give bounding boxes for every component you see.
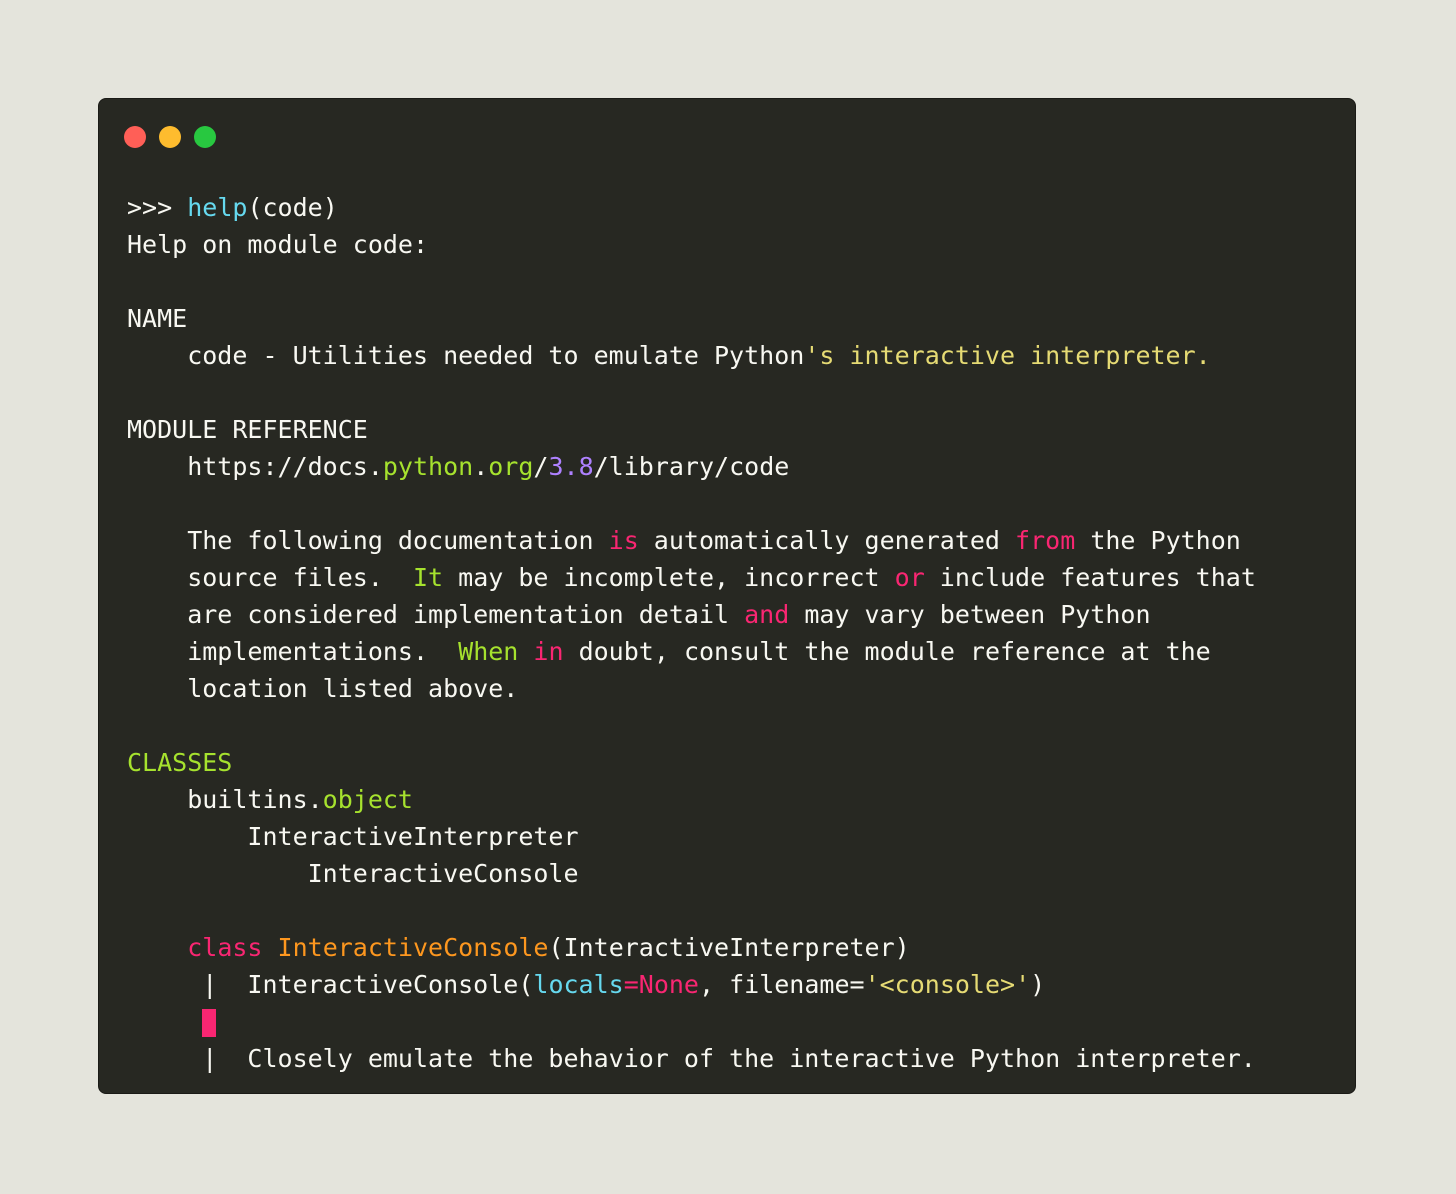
code-token: MODULE REFERENCE xyxy=(127,415,368,444)
code-token: It xyxy=(412,563,444,592)
code-line: https://docs.python.org/3.8/library/code xyxy=(127,448,1256,485)
code-token: The following documentation xyxy=(127,526,609,555)
code-token: >>> xyxy=(127,193,188,222)
code-line: builtins.object xyxy=(127,781,1256,818)
code-token: implementations. xyxy=(127,637,459,666)
code-line: class InteractiveConsole(InteractiveInte… xyxy=(127,929,1256,966)
code-line: MODULE REFERENCE xyxy=(127,411,1256,448)
code-token: , filename= xyxy=(698,970,865,999)
code-token: NAME xyxy=(127,304,188,333)
code-token: may vary between Python xyxy=(789,600,1151,629)
code-token: location listed above. xyxy=(127,674,519,703)
code-line: The following documentation is automatic… xyxy=(127,522,1256,559)
code-line: | Closely emulate the behavior of the in… xyxy=(127,1040,1256,1077)
code-line: CLASSES xyxy=(127,744,1256,781)
code-token: . xyxy=(473,452,489,481)
terminal-window: >>> help(code) Help on module code: NAME … xyxy=(98,98,1356,1094)
code-token: 's interactive interpreter. xyxy=(804,341,1211,370)
code-line: are considered implementation detail and… xyxy=(127,596,1256,633)
code-token: help xyxy=(187,193,248,222)
code-token: None xyxy=(638,970,699,999)
code-token: from xyxy=(1015,526,1076,555)
code-line: InteractiveInterpreter xyxy=(127,818,1256,855)
code-token: | InteractiveConsole( xyxy=(127,970,534,999)
code-token: (code) xyxy=(247,193,338,222)
code-token: InteractiveConsole xyxy=(277,933,549,962)
code-line: >>> help(code) xyxy=(127,189,1256,226)
code-token: are considered implementation detail xyxy=(127,600,745,629)
code-token: python xyxy=(382,452,474,481)
code-line: code - Utilities needed to emulate Pytho… xyxy=(127,337,1256,374)
code-output: >>> help(code) Help on module code: NAME … xyxy=(127,189,1256,1077)
code-line: implementations. When in doubt, consult … xyxy=(127,633,1256,670)
code-token: source files. xyxy=(127,563,413,592)
code-token: When xyxy=(458,637,519,666)
code-token: | Closely emulate the behavior of the in… xyxy=(127,1044,1256,1073)
code-token: doubt, consult the module reference at t… xyxy=(563,637,1211,666)
code-token: CLASSES xyxy=(127,748,233,777)
code-token: / xyxy=(533,452,549,481)
code-token: the Python xyxy=(1075,526,1241,555)
minimize-button[interactable] xyxy=(159,126,181,148)
text-cursor xyxy=(202,1009,217,1037)
code-line: | InteractiveConsole(locals=None, filena… xyxy=(127,966,1256,1003)
code-token: code - Utilities needed to emulate Pytho… xyxy=(127,341,805,370)
code-line: NAME xyxy=(127,300,1256,337)
code-token: ) xyxy=(1030,970,1046,999)
code-line: source files. It may be incomplete, inco… xyxy=(127,559,1256,596)
code-token: builtins. xyxy=(127,785,323,814)
code-token: include features that xyxy=(924,563,1256,592)
code-token: or xyxy=(894,563,925,592)
code-token: automatically generated xyxy=(638,526,1016,555)
code-token: (InteractiveInterpreter) xyxy=(548,933,910,962)
code-token: '<console>' xyxy=(864,970,1031,999)
code-token: is xyxy=(608,526,639,555)
zoom-button[interactable] xyxy=(194,126,216,148)
code-token: object xyxy=(322,785,413,814)
code-token: class xyxy=(187,933,263,962)
code-token: org xyxy=(488,452,534,481)
code-token: /library/code xyxy=(593,452,790,481)
code-token: in xyxy=(533,637,564,666)
code-line xyxy=(127,1003,1256,1040)
code-token: Help on module code: xyxy=(127,230,429,259)
code-token: InteractiveConsole xyxy=(127,859,579,888)
code-line: location listed above. xyxy=(127,670,1256,707)
code-token: 3.8 xyxy=(548,452,594,481)
code-token: locals xyxy=(533,970,624,999)
code-line: Help on module code: xyxy=(127,226,1256,263)
code-token: https://docs. xyxy=(127,452,383,481)
code-token: may be incomplete, incorrect xyxy=(443,563,895,592)
code-token: = xyxy=(623,970,639,999)
code-token: InteractiveInterpreter xyxy=(127,822,579,851)
close-button[interactable] xyxy=(124,126,146,148)
code-line: InteractiveConsole xyxy=(127,855,1256,892)
code-token: and xyxy=(744,600,790,629)
